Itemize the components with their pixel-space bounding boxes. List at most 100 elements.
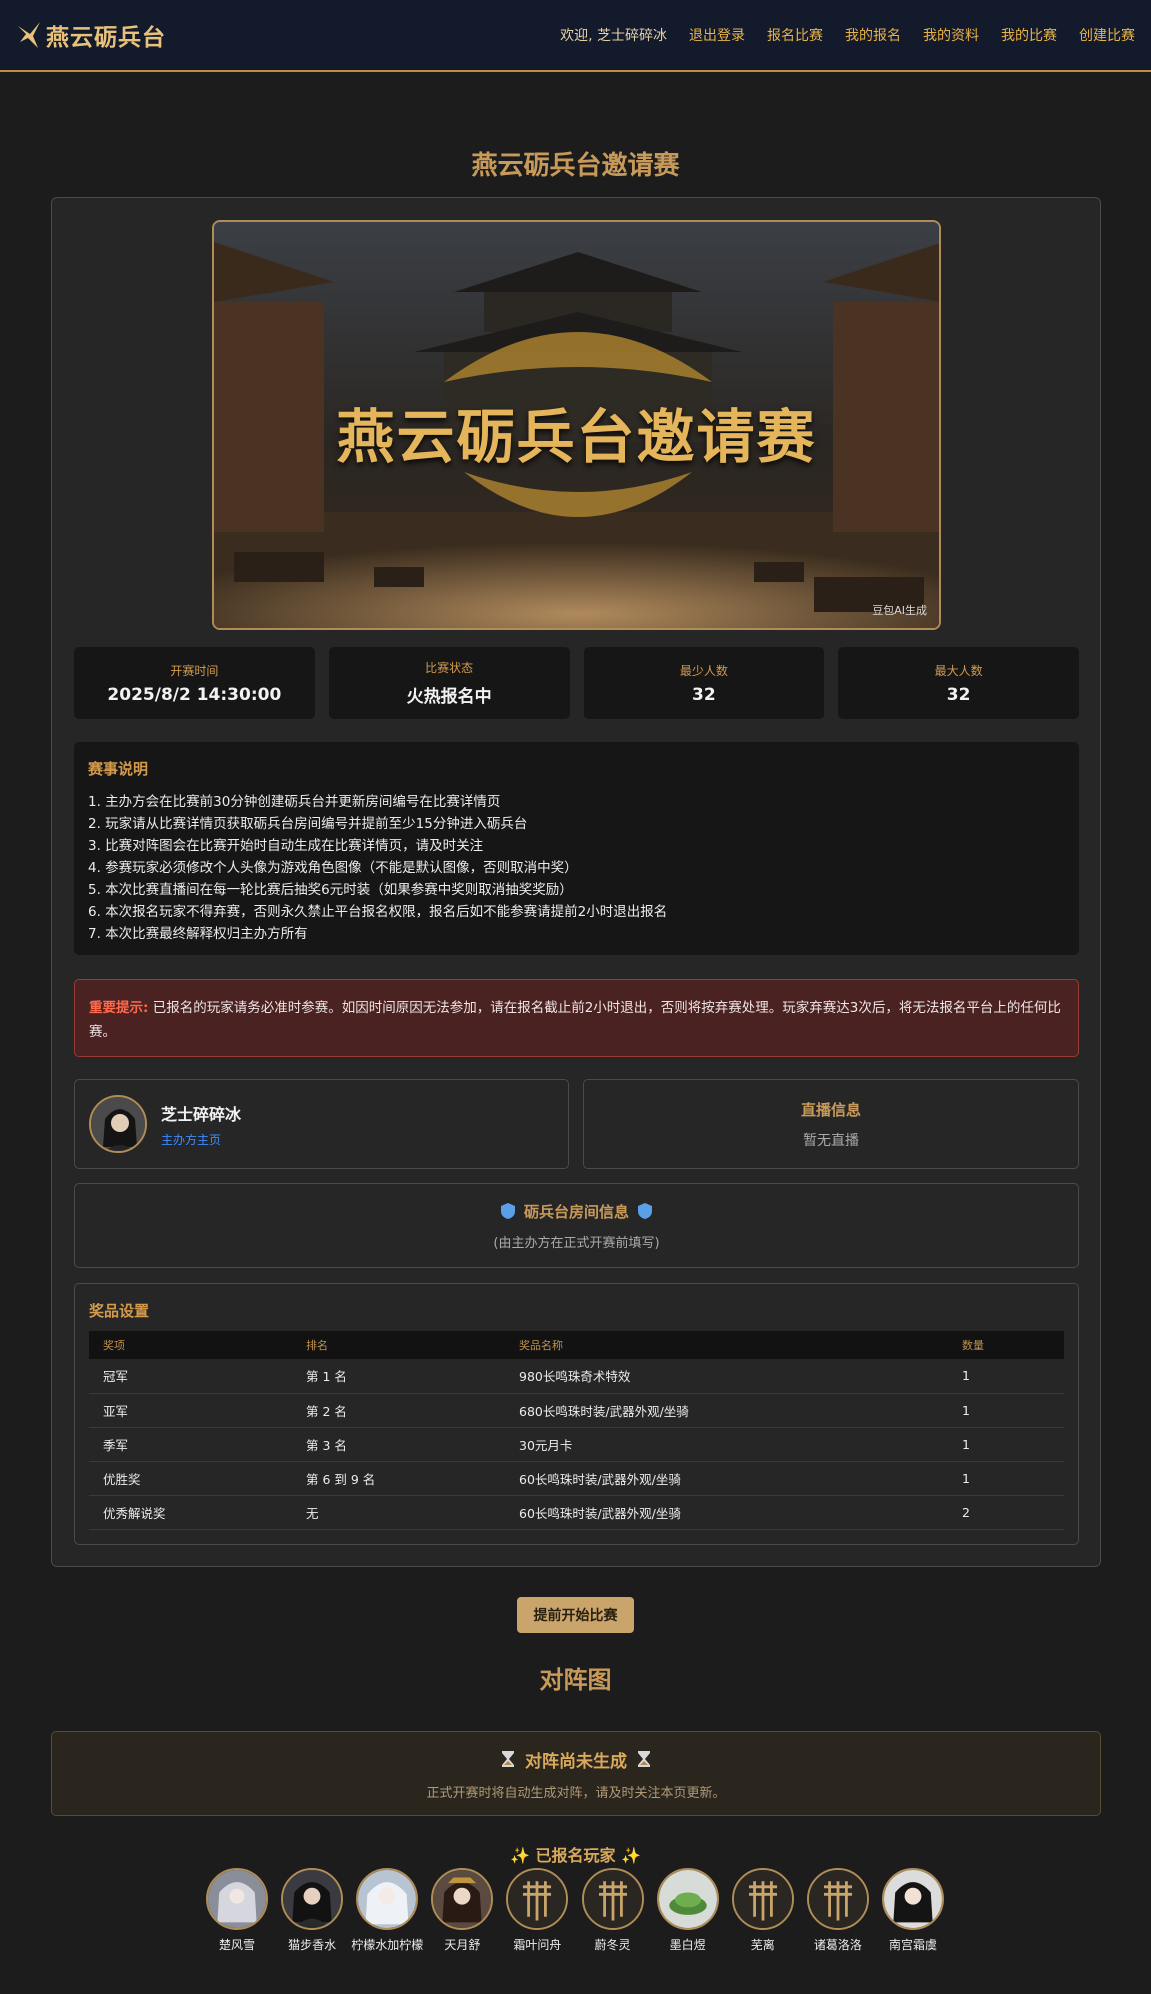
room-subtitle: (由主办方在正式开赛前填写) <box>493 1235 660 1251</box>
player-name: 霜叶问舟 <box>513 1938 562 1952</box>
player-avatar <box>356 1868 419 1930</box>
player-item[interactable]: 芜离 <box>731 1868 795 1968</box>
table-cell: 1 <box>948 1393 1064 1428</box>
table-cell: 980长鸣珠奇术特效 <box>505 1359 948 1394</box>
player-item[interactable]: 柠檬水加柠檬 <box>351 1868 423 1968</box>
registered-players-title: ✨ 已报名玩家 ✨ <box>0 1842 1151 1866</box>
logo-text: 燕云砺兵台 <box>46 24 166 51</box>
column-header: 排名 <box>292 1331 505 1359</box>
page-title: 燕云砺兵台邀请赛 <box>471 151 680 181</box>
portrait-icon <box>283 1870 342 1928</box>
player-name: 墨白煜 <box>669 1938 706 1952</box>
rules-title: 赛事说明 <box>88 760 149 778</box>
player-item[interactable]: 南宫霜虞 <box>881 1868 945 1968</box>
table-cell: 1 <box>948 1427 1064 1462</box>
column-header: 奖品名称 <box>505 1331 948 1359</box>
portrait-icon <box>91 1097 145 1151</box>
host-info: 芝士碎碎冰 主办方主页 <box>74 1079 569 1169</box>
player-name: 楚风雪 <box>218 1938 255 1952</box>
table-cell: 无 <box>292 1495 505 1530</box>
notice-text: 已报名的玩家请务必准时参赛。如因时间原因无法参加，请在报名截止前2小时退出，否则… <box>89 1000 1061 1040</box>
table-cell: 亚军 <box>89 1393 292 1428</box>
rules-list: 1. 主办方会在比赛前30分钟创建砺兵台并更新房间编号在比赛详情页 2. 玩家请… <box>88 791 1065 945</box>
shield-icon <box>638 1203 652 1219</box>
sparkle-icon: ✨ <box>509 1846 530 1865</box>
column-header: 数量 <box>948 1331 1064 1359</box>
player-item[interactable]: 蔚冬灵 <box>581 1868 645 1968</box>
player-item[interactable]: 天月舒 <box>430 1868 494 1968</box>
portrait-icon <box>433 1870 492 1928</box>
stat-label: 最少人数 <box>679 663 728 678</box>
player-name: 芜离 <box>750 1938 775 1952</box>
banner-title: 燕云砺兵台邀请赛 <box>336 403 817 471</box>
player-item[interactable]: 楚风雪 <box>205 1868 269 1968</box>
table-row: 亚军 第 2 名 680长鸣珠时装/武器外观/坐骑 1 <box>89 1393 1064 1428</box>
match-banner: 燕云砺兵台邀请赛 豆包AI生成 <box>212 220 941 630</box>
nav-logout[interactable]: 退出登录 <box>689 25 745 45</box>
table-row: 优胜奖 第 6 到 9 名 60长鸣珠时装/武器外观/坐骑 1 <box>89 1461 1064 1496</box>
prize-title: 奖品设置 <box>89 1302 150 1320</box>
stat-value: 火热报名中 <box>406 687 492 707</box>
player-name: 诸葛洛洛 <box>813 1938 862 1952</box>
table-cell: 1 <box>948 1359 1064 1394</box>
player-item[interactable]: 霜叶问舟 <box>505 1868 569 1968</box>
stat-value: 32 <box>946 684 971 705</box>
player-item[interactable]: 墨白煜 <box>656 1868 720 1968</box>
stat-label: 最大人数 <box>934 663 983 678</box>
hourglass-icon <box>638 1751 650 1767</box>
nav-create-match[interactable]: 创建比赛 <box>1079 25 1135 45</box>
rule-item: 1. 主办方会在比赛前30分钟创建砺兵台并更新房间编号在比赛详情页 <box>88 794 501 810</box>
stat-start-time: 开赛时间 2025/8/2 14:30:00 <box>74 647 315 719</box>
banner-watermark: 豆包AI生成 <box>872 604 927 617</box>
prize-settings: 奖品设置 奖项 排名 奖品名称 数量 冠军 第 1 名 980长鸣珠奇术特效 1 <box>74 1283 1079 1545</box>
host-homepage-link[interactable]: 主办方主页 <box>161 1131 241 1148</box>
site-logo[interactable]: 燕云砺兵台 <box>16 18 166 52</box>
player-avatar <box>656 1868 719 1930</box>
player-item[interactable]: 诸葛洛洛 <box>806 1868 870 1968</box>
player-avatar <box>881 1868 944 1930</box>
table-cell: 季军 <box>89 1427 292 1462</box>
sparkle-icon: ✨ <box>621 1846 641 1865</box>
table-cell: 60长鸣珠时装/武器外观/坐骑 <box>505 1495 948 1530</box>
table-cell: 2 <box>948 1495 1064 1530</box>
room-title-row: 砺兵台房间信息 <box>500 1201 653 1222</box>
host-avatar[interactable] <box>89 1095 147 1153</box>
player-name: 南宫霜虞 <box>888 1938 937 1952</box>
nav-my-profile[interactable]: 我的资料 <box>923 25 979 45</box>
nav-my-registrations[interactable]: 我的报名 <box>845 25 901 45</box>
stat-label: 比赛状态 <box>425 661 474 675</box>
nav-register-match[interactable]: 报名比赛 <box>767 25 823 45</box>
players-title-text: 已报名玩家 <box>535 1846 616 1865</box>
stat-value: 2025/8/2 14:30:00 <box>107 684 282 705</box>
player-avatar <box>431 1868 494 1930</box>
welcome-text: 欢迎, 芝士碎碎冰 <box>560 28 667 44</box>
live-title: 直播信息 <box>800 1100 861 1119</box>
shield-icon <box>500 1203 515 1219</box>
player-avatar <box>731 1868 794 1930</box>
table-header-row: 奖项 排名 奖品名称 数量 <box>89 1331 1064 1359</box>
hourglass-icon <box>502 1751 514 1767</box>
player-avatar <box>806 1868 869 1930</box>
table-row: 季军 第 3 名 30元月卡 1 <box>89 1427 1064 1462</box>
bracket-title: 对阵图 <box>539 1665 612 1694</box>
table-cell: 1 <box>948 1461 1064 1496</box>
bracket-status-row: 对阵尚未生成 <box>501 1747 651 1772</box>
plant-icon <box>658 1870 717 1928</box>
top-navbar: 燕云砺兵台 欢迎, 芝士碎碎冰 退出登录 报名比赛 我的报名 我的资料 我的比赛… <box>0 0 1151 72</box>
stat-status: 比赛状态 火热报名中 <box>328 647 570 719</box>
player-name: 猫步香水 <box>288 1938 337 1952</box>
rule-item: 5. 本次比赛直播间在每一轮比赛后抽奖6元时装（如果参赛中奖则取消抽奖奖励） <box>88 882 573 898</box>
stat-value: 32 <box>692 684 716 705</box>
rule-item: 4. 参赛玩家必须修改个人头像为游戏角色图像（不能是默认图像，否则取消中奖） <box>88 860 578 876</box>
table-cell: 680长鸣珠时装/武器外观/坐骑 <box>505 1393 948 1428</box>
table-cell: 第 2 名 <box>292 1393 505 1428</box>
rule-item: 3. 比赛对阵图会在比赛开始时自动生成在比赛详情页，请及时关注 <box>88 838 484 854</box>
bracket-subtitle: 正式开赛时将自动生成对阵，请及时关注本页更新。 <box>426 1785 726 1801</box>
table-cell: 第 6 到 9 名 <box>292 1461 505 1496</box>
table-cell: 30元月卡 <box>505 1427 948 1462</box>
nav-my-matches[interactable]: 我的比赛 <box>1001 25 1057 45</box>
player-item[interactable]: 猫步香水 <box>280 1868 344 1968</box>
prize-table: 奖项 排名 奖品名称 数量 冠军 第 1 名 980长鸣珠奇术特效 1 亚军 第… <box>89 1331 1064 1530</box>
live-status: 暂无直播 <box>803 1132 859 1149</box>
start-match-early-button[interactable]: 提前开始比赛 <box>517 1597 634 1633</box>
